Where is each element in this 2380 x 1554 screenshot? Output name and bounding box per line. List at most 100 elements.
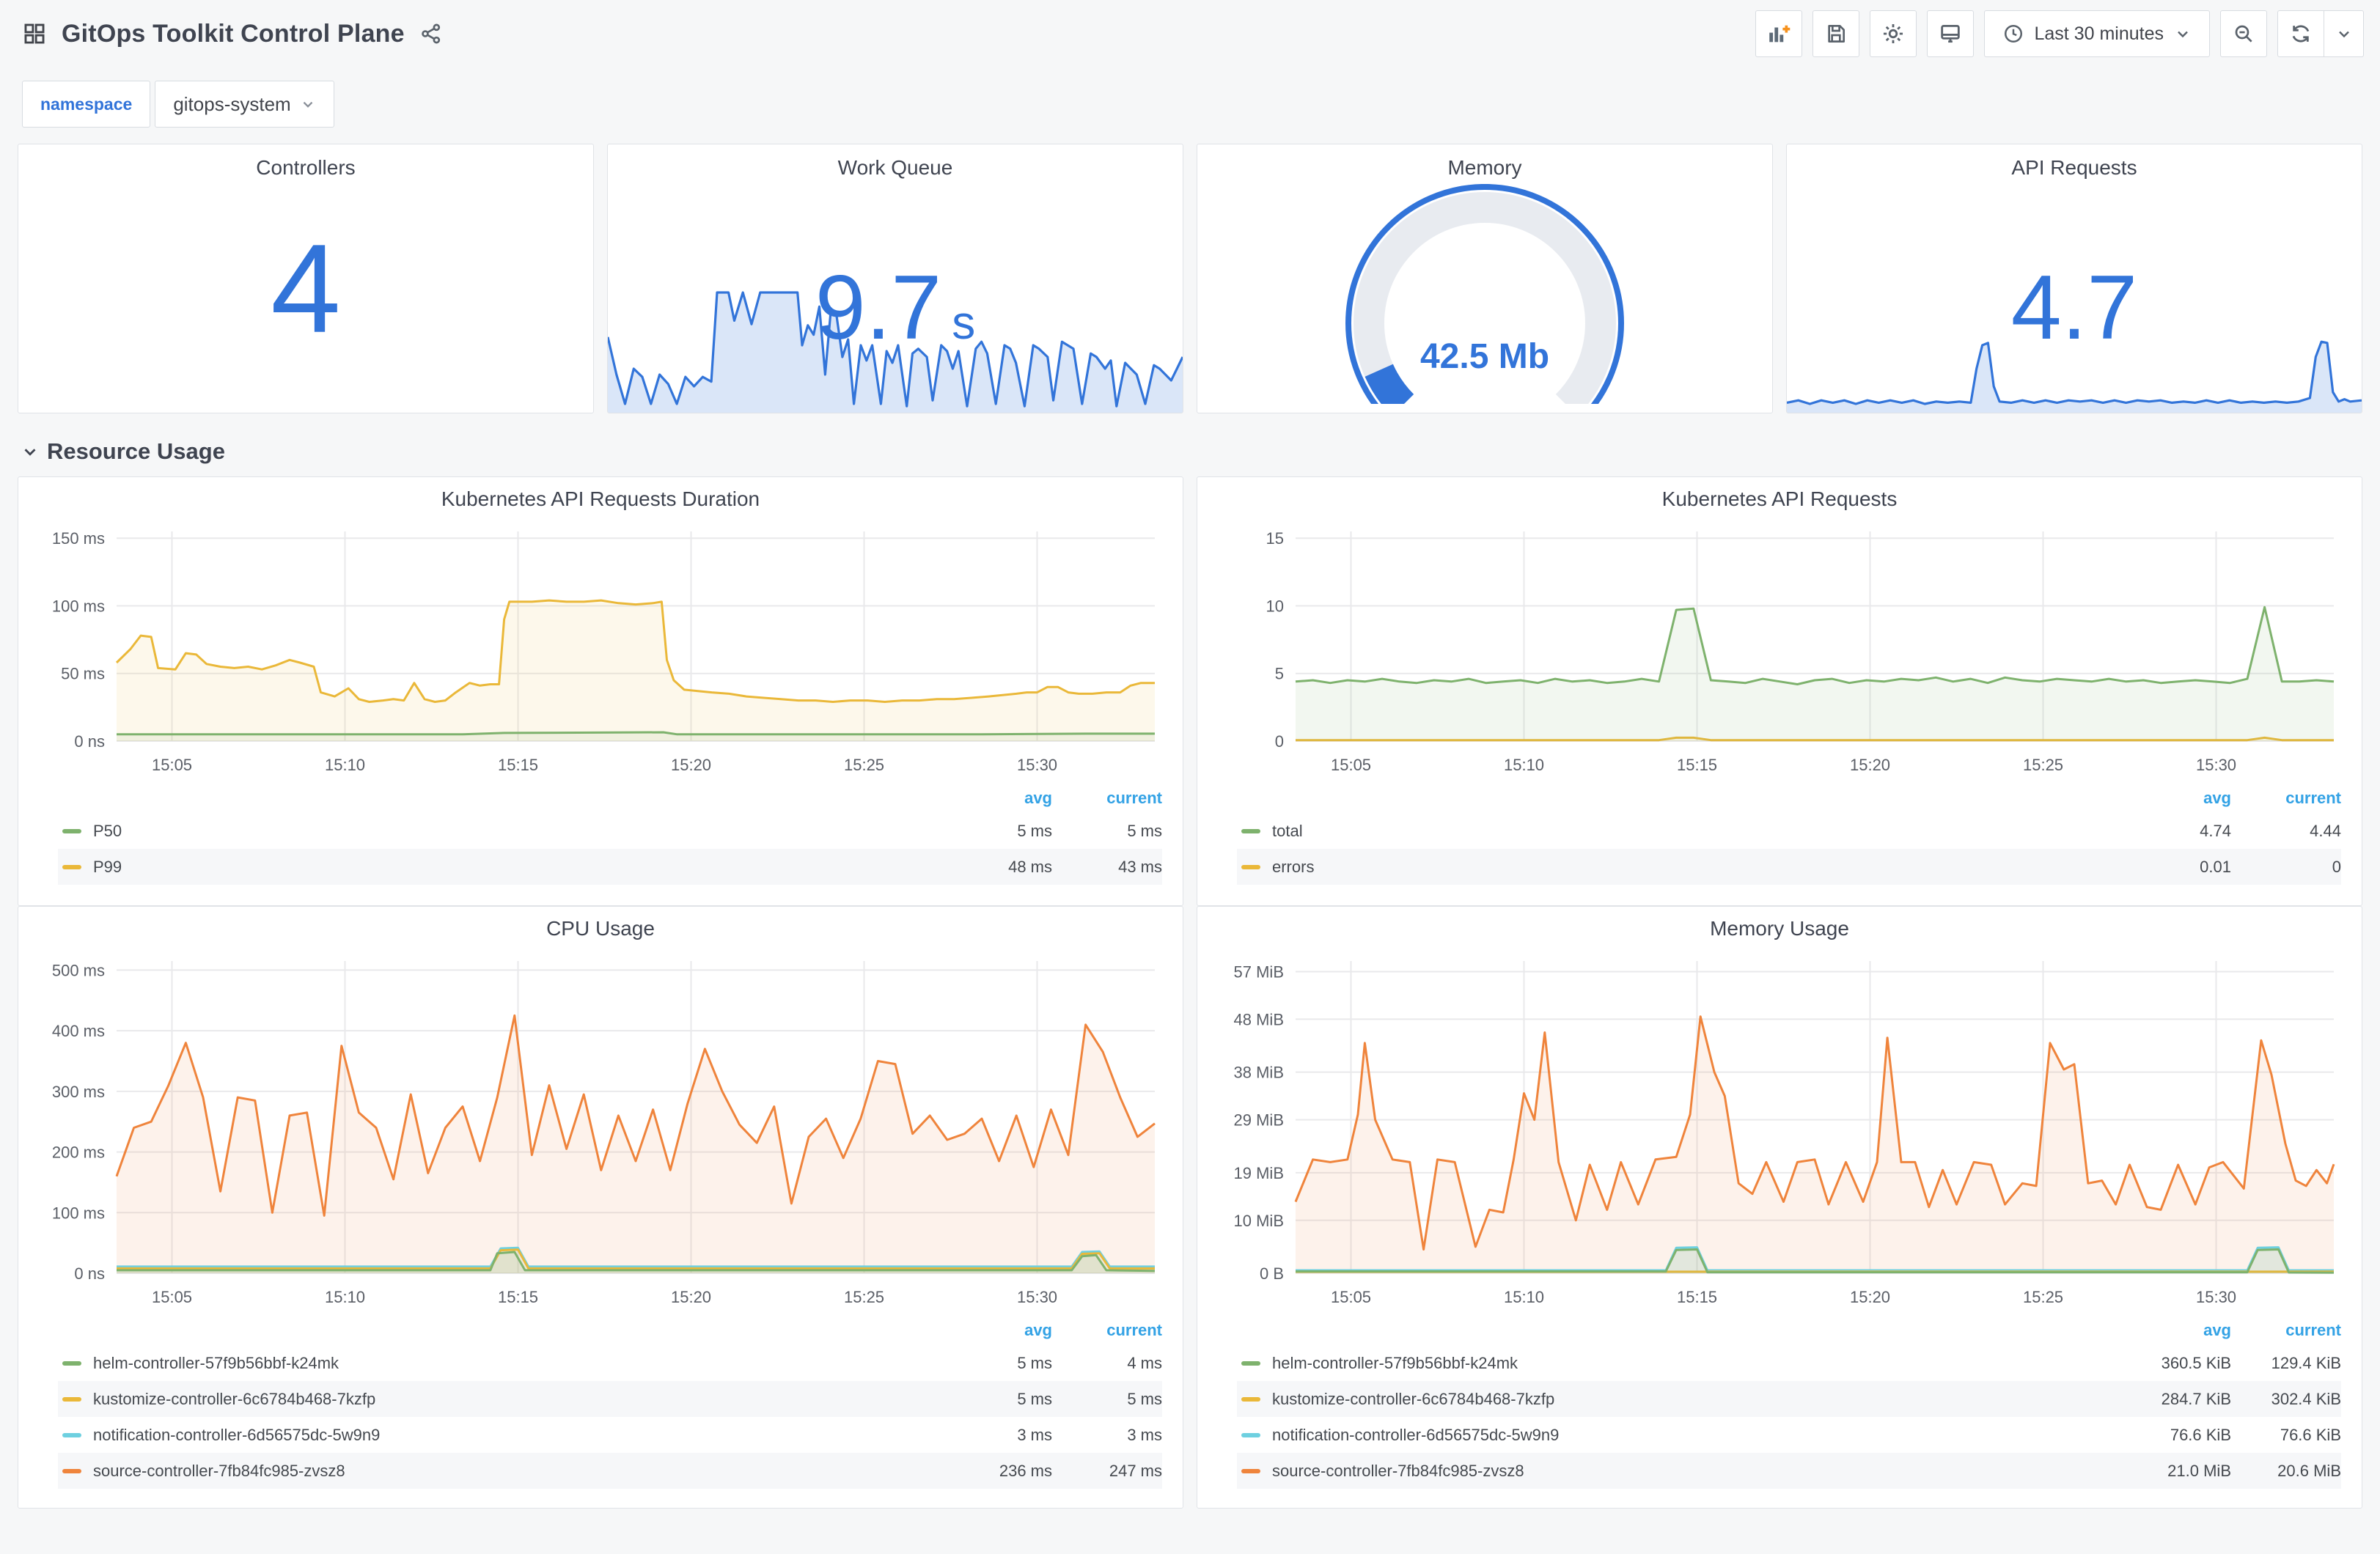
series-name[interactable]: notification-controller-6d56575dc-5w9n9	[93, 1426, 928, 1445]
series-avg-value: 5 ms	[1017, 1389, 1052, 1408]
panel-work-queue: Work Queue 9.7 s	[607, 144, 1183, 413]
series-color-swatch	[62, 1360, 81, 1366]
gauge-value: 42.5 Mb	[1419, 337, 1550, 376]
legend-row[interactable]: kustomize-controller-6c6784b468-7kzfp 284…	[1237, 1381, 2341, 1417]
legend-header-current[interactable]: current	[1052, 1321, 1162, 1340]
variable-value-namespace[interactable]: gitops-system	[155, 81, 334, 128]
legend-row[interactable]: kustomize-controller-6c6784b468-7kzfp 5 m…	[58, 1381, 1162, 1417]
time-range-picker[interactable]: Last 30 minutes	[1983, 10, 2210, 57]
charts-row-1: Kubernetes API Requests Duration 0 ns 50 …	[0, 476, 2380, 906]
svg-text:15:10: 15:10	[1504, 1288, 1544, 1306]
legend-header-avg[interactable]: avg	[928, 789, 1052, 808]
legend-row[interactable]: P50 5 ms 5 ms	[58, 813, 1162, 849]
legend-row[interactable]: source-controller-7fb84fc985-zvsz8 21.0 M…	[1237, 1453, 2341, 1489]
series-name[interactable]: P99	[93, 858, 928, 877]
series-avg-value: 360.5 KiB	[2161, 1353, 2231, 1372]
legend-row[interactable]: notification-controller-6d56575dc-5w9n9 3…	[58, 1417, 1162, 1453]
series-color-swatch	[62, 1468, 81, 1473]
time-series-plot[interactable]: 0 5 10 15 15:05 15:10 15:15 15:20 15:25 15:30	[1209, 514, 2350, 784]
svg-text:15:20: 15:20	[1850, 756, 1890, 774]
panel-title[interactable]: API Requests	[1787, 144, 2362, 180]
stats-row: Controllers 4 Work Queue 9.7 s Memory 42.…	[0, 144, 2380, 413]
grafana-dashboard: GitOps Toolkit Control Plane Last 30 min…	[0, 0, 2380, 1554]
legend-header-avg[interactable]: avg	[928, 1321, 1052, 1340]
svg-text:15:10: 15:10	[1504, 756, 1544, 774]
series-current-value: 43 ms	[1118, 857, 1162, 876]
series-name[interactable]: total	[1272, 822, 2107, 841]
series-name[interactable]: P50	[93, 822, 928, 841]
series-avg-value: 21.0 MiB	[2167, 1461, 2231, 1480]
time-series-plot[interactable]: 0 ns 50 ms 100 ms 150 ms 15:05 15:10 15:15 15:2…	[30, 514, 1171, 784]
memory-gauge[interactable]: 42.5 Mb	[1316, 183, 1653, 413]
share-icon[interactable]	[419, 22, 443, 45]
series-current-value: 5 ms	[1127, 1389, 1162, 1408]
legend-header-avg[interactable]: avg	[2107, 1321, 2231, 1340]
svg-text:15:05: 15:05	[1331, 1288, 1371, 1306]
svg-text:15:20: 15:20	[1850, 1288, 1890, 1306]
svg-text:57 MiB: 57 MiB	[1234, 962, 1284, 981]
svg-text:15:20: 15:20	[671, 1288, 711, 1306]
svg-text:15:05: 15:05	[1331, 756, 1371, 774]
refresh-button[interactable]	[2277, 10, 2324, 57]
svg-text:15:10: 15:10	[325, 1288, 365, 1306]
chevron-down-icon	[21, 442, 40, 461]
panel-title[interactable]: Work Queue	[608, 144, 1183, 180]
add-panel-button[interactable]	[1755, 10, 1802, 57]
series-name[interactable]: kustomize-controller-6c6784b468-7kzfp	[93, 1390, 928, 1409]
save-dashboard-button[interactable]	[1812, 10, 1859, 57]
dashboard-grid-icon[interactable]	[22, 21, 47, 46]
series-avg-value: 236 ms	[999, 1461, 1052, 1480]
chart-legend: avg current helm-controller-57f9b56bbf-k24…	[18, 1316, 1183, 1493]
dashboard-settings-button[interactable]	[1869, 10, 1917, 57]
charts-row-2: CPU Usage 0 ns 100 ms 200 ms 300 ms 400 ms 50…	[0, 906, 2380, 1509]
svg-text:15:30: 15:30	[1017, 756, 1057, 774]
panel-title[interactable]: Memory Usage	[1197, 907, 2362, 940]
svg-text:100 ms: 100 ms	[52, 597, 105, 615]
svg-text:200 ms: 200 ms	[52, 1144, 105, 1162]
series-name[interactable]: source-controller-7fb84fc985-zvsz8	[93, 1462, 928, 1481]
chart-legend: avg current P50 5 ms 5 ms P99 48 ms 43 ms	[18, 784, 1183, 889]
svg-text:5: 5	[1275, 665, 1284, 683]
panel-api-requests: API Requests 4.7	[1786, 144, 2362, 413]
legend-row[interactable]: helm-controller-57f9b56bbf-k24mk 5 ms 4 ms	[58, 1345, 1162, 1381]
panel-title[interactable]: CPU Usage	[18, 907, 1183, 940]
series-name[interactable]: kustomize-controller-6c6784b468-7kzfp	[1272, 1390, 2107, 1409]
section-resource-usage[interactable]: Resource Usage	[21, 438, 2380, 465]
svg-text:15:25: 15:25	[844, 1288, 884, 1306]
legend-header-current[interactable]: current	[2231, 1321, 2341, 1340]
svg-text:15:30: 15:30	[1017, 1288, 1057, 1306]
series-name[interactable]: notification-controller-6d56575dc-5w9n9	[1272, 1426, 2107, 1445]
legend-header-avg[interactable]: avg	[2107, 789, 2231, 808]
legend-row[interactable]: notification-controller-6d56575dc-5w9n9 7…	[1237, 1417, 2341, 1453]
series-name[interactable]: helm-controller-57f9b56bbf-k24mk	[93, 1354, 928, 1373]
legend-row[interactable]: helm-controller-57f9b56bbf-k24mk 360.5 Ki…	[1237, 1345, 2341, 1381]
panel-memory: Memory 42.5 Mb	[1197, 144, 1773, 413]
panel-title[interactable]: Memory	[1197, 144, 1772, 180]
legend-row[interactable]: total 4.74 4.44	[1237, 813, 2341, 849]
legend-header-current[interactable]: current	[2231, 789, 2341, 808]
stat-value-work-queue: 9.7	[815, 257, 942, 359]
svg-text:15:25: 15:25	[2023, 756, 2063, 774]
series-avg-value: 3 ms	[1017, 1425, 1052, 1444]
legend-header-current[interactable]: current	[1052, 789, 1162, 808]
cycle-view-button[interactable]	[1926, 10, 1974, 57]
series-name[interactable]: source-controller-7fb84fc985-zvsz8	[1272, 1462, 2107, 1481]
panel-title[interactable]: Kubernetes API Requests	[1197, 477, 2362, 511]
series-name[interactable]: errors	[1272, 858, 2107, 877]
svg-text:15:15: 15:15	[498, 1288, 538, 1306]
time-series-plot[interactable]: 0 ns 100 ms 200 ms 300 ms 400 ms 500 ms 15:05 1…	[30, 943, 1171, 1316]
time-series-plot[interactable]: 0 B 10 MiB 19 MiB 29 MiB 38 MiB 48 MiB 57 MiB 1…	[1209, 943, 2350, 1316]
legend-row[interactable]: errors 0.01 0	[1237, 849, 2341, 885]
svg-text:100 ms: 100 ms	[52, 1204, 105, 1222]
panel-title[interactable]: Controllers	[18, 144, 593, 180]
series-name[interactable]: helm-controller-57f9b56bbf-k24mk	[1272, 1354, 2107, 1373]
zoom-out-button[interactable]	[2220, 10, 2267, 57]
legend-row[interactable]: P99 48 ms 43 ms	[58, 849, 1162, 885]
panel-title[interactable]: Kubernetes API Requests Duration	[18, 477, 1183, 511]
refresh-interval-dropdown[interactable]	[2324, 10, 2364, 57]
legend-row[interactable]: source-controller-7fb84fc985-zvsz8 236 ms…	[58, 1453, 1162, 1489]
series-avg-value: 48 ms	[1008, 857, 1052, 876]
series-color-swatch	[62, 864, 81, 869]
svg-text:300 ms: 300 ms	[52, 1083, 105, 1101]
svg-text:15:25: 15:25	[2023, 1288, 2063, 1306]
